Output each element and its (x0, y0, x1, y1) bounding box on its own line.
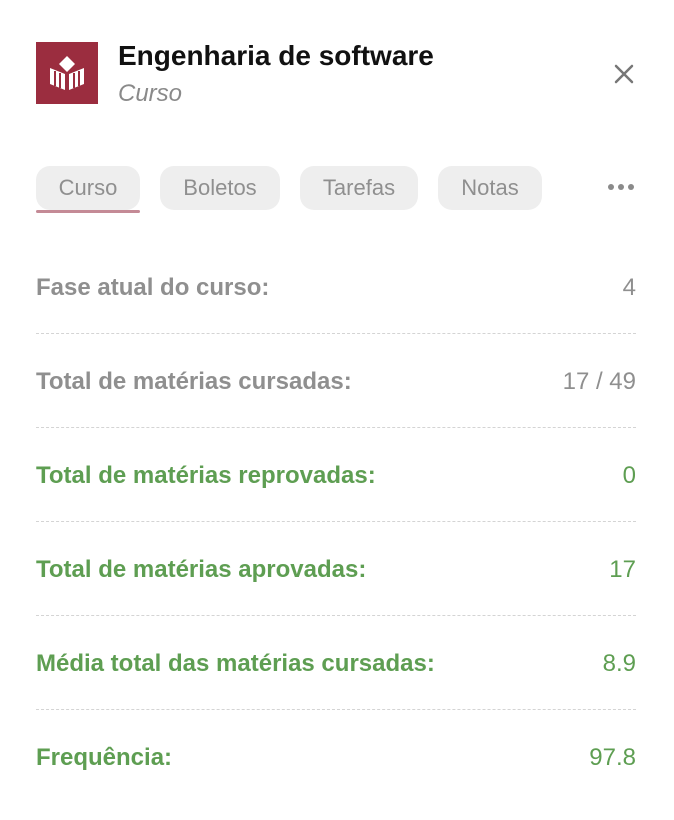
tab-label: Notas (461, 175, 519, 200)
stat-label: Média total das matérias cursadas: (36, 650, 435, 677)
tab-label: Boletos (183, 175, 257, 200)
stat-value: 4 (622, 274, 636, 301)
stat-label: Total de matérias cursadas: (36, 368, 352, 395)
tab-tarefas[interactable]: Tarefas (300, 166, 418, 210)
more-tabs-button[interactable] (608, 184, 638, 194)
stat-label: Total de matérias aprovadas: (36, 556, 367, 583)
tab-boletos[interactable]: Boletos (160, 166, 280, 210)
stat-value: 8.9 (602, 650, 636, 677)
more-horizontal-icon (608, 184, 614, 190)
stat-label: Total de matérias reprovadas: (36, 462, 376, 489)
close-button[interactable] (612, 62, 636, 86)
tab-label: Curso (58, 175, 118, 200)
stat-value: 0 (622, 462, 636, 489)
stat-label: Fase atual do curso: (36, 274, 270, 301)
stat-row-cursadas: Total de matérias cursadas: 17 / 49 (36, 334, 636, 428)
course-subtitle: Curso (118, 80, 183, 107)
book-open-icon (50, 56, 84, 90)
stat-row-media: Média total das matérias cursadas: 8.9 (36, 616, 636, 710)
stat-row-frequencia: Frequência: 97.8 (36, 710, 636, 804)
tab-bar: Curso Boletos Tarefas Notas (36, 166, 640, 216)
stat-value: 97.8 (589, 744, 636, 771)
stat-value: 17 (609, 556, 636, 583)
stat-row-reprovadas: Total de matérias reprovadas: 0 (36, 428, 636, 522)
more-horizontal-icon (628, 184, 634, 190)
stat-label: Frequência: (36, 744, 173, 771)
tab-curso[interactable]: Curso (36, 166, 140, 213)
course-title: Engenharia de software (118, 40, 434, 71)
stat-value: 17 / 49 (562, 368, 636, 395)
stat-row-aprovadas: Total de matérias aprovadas: 17 (36, 522, 636, 616)
course-logo (36, 42, 98, 104)
more-horizontal-icon (618, 184, 624, 190)
tab-notas[interactable]: Notas (438, 166, 542, 210)
close-icon (614, 64, 634, 84)
tab-label: Tarefas (322, 175, 396, 200)
course-stats-list: Fase atual do curso: 4 Total de matérias… (36, 240, 636, 804)
stat-row-fase: Fase atual do curso: 4 (36, 240, 636, 334)
course-header: Engenharia de software Curso (36, 40, 640, 107)
